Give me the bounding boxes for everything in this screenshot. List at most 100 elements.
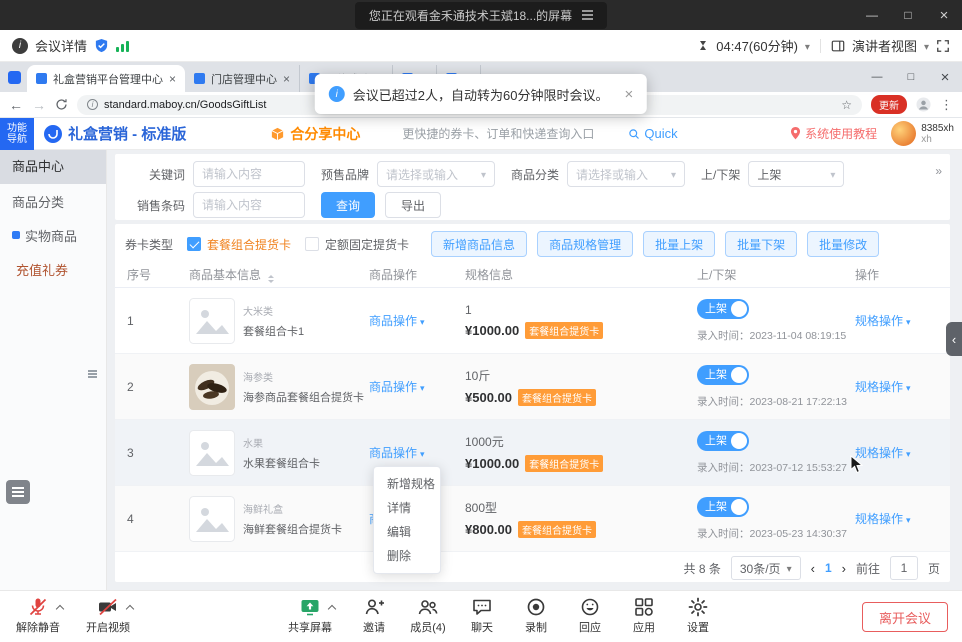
brand-select[interactable]: 请选择或输入 [377, 161, 495, 187]
chevron-up-icon[interactable] [56, 605, 64, 613]
category-select[interactable]: 请选择或输入 [567, 161, 685, 187]
minimize-icon[interactable] [854, 0, 890, 30]
batch-onshelf-button[interactable]: 批量上架 [643, 231, 715, 257]
spec-op-dropdown[interactable]: 规格操作 [855, 312, 950, 329]
refresh-icon[interactable] [55, 98, 68, 111]
goods-op-dropdown[interactable]: 商品操作 [369, 378, 465, 395]
spec-op-dropdown[interactable]: 规格操作 [855, 510, 950, 527]
menu-item-edit[interactable]: 编辑 [374, 520, 440, 544]
chevron-up-icon[interactable] [328, 605, 336, 613]
user-avatar[interactable] [891, 121, 916, 146]
settings-button[interactable]: 设置 [670, 596, 726, 635]
menu-item-delete[interactable]: 删除 [374, 544, 440, 568]
chat-button[interactable]: 聊天 [454, 596, 510, 635]
goto-page-input[interactable] [890, 556, 918, 580]
start-video-button[interactable]: 开启视频 [80, 596, 136, 635]
current-page[interactable]: 1 [825, 561, 832, 575]
sidebar-section-goods-center[interactable]: 商品中心 [0, 150, 106, 184]
meeting-panel-toggle[interactable] [6, 480, 30, 504]
export-button[interactable]: 导出 [385, 192, 441, 218]
shelf-toggle-label: 上架 [705, 368, 727, 382]
meeting-controls-group: 04:47(60分钟) 演讲者视图 [697, 36, 950, 55]
maximize-icon[interactable] [890, 0, 926, 30]
shelf-toggle[interactable]: 上架 [697, 431, 749, 451]
browser-logo-icon[interactable] [8, 71, 21, 84]
next-page-icon[interactable] [842, 561, 846, 576]
add-goods-button[interactable]: 新增商品信息 [431, 231, 527, 257]
shelf-toggle[interactable]: 上架 [697, 497, 749, 517]
tab-store-admin[interactable]: 门店管理中心 [185, 65, 300, 92]
share-screen-button[interactable]: 共享屏幕 [282, 596, 338, 635]
page-size-select[interactable]: 30条/页 [731, 556, 801, 580]
leave-meeting-button[interactable]: 离开会议 [862, 602, 948, 632]
forward-icon[interactable] [32, 98, 46, 112]
sidebar-collapse-icon[interactable] [88, 362, 97, 380]
checkbox-combo-card-label[interactable]: 套餐组合提货卡 [207, 236, 291, 253]
view-mode-label[interactable]: 演讲者视图 [852, 36, 917, 55]
tab-favicon-icon [36, 73, 47, 84]
record-button[interactable]: 录制 [508, 596, 564, 635]
members-button[interactable]: 成员(4) [400, 596, 456, 635]
menu-item-add-spec[interactable]: 新增规格 [374, 472, 440, 496]
spec-op-dropdown[interactable]: 规格操作 [855, 378, 950, 395]
menu-item-details[interactable]: 详情 [374, 496, 440, 520]
sidebar-item-category[interactable]: 商品分类 [0, 184, 106, 218]
barcode-input[interactable] [193, 192, 305, 218]
batch-edit-button[interactable]: 批量修改 [807, 231, 879, 257]
chevron-down-icon[interactable] [924, 38, 929, 53]
sidebar-item-physical-goods[interactable]: 实物商品 [0, 218, 106, 252]
tab-title: 门店管理中心 [211, 71, 277, 87]
security-shield-icon[interactable] [94, 38, 109, 53]
keyword-input[interactable] [193, 161, 305, 187]
tab-gift-admin[interactable]: 礼盒营销平台管理中心 [27, 65, 185, 92]
minimize-icon[interactable] [860, 62, 894, 92]
site-info-icon[interactable] [87, 99, 98, 110]
checkbox-fixed-card[interactable] [305, 237, 319, 251]
tutorial-link[interactable]: 系统使用教程 [790, 125, 877, 142]
spec-manage-button[interactable]: 商品规格管理 [537, 231, 633, 257]
chevron-down-icon[interactable] [805, 38, 810, 53]
chevron-up-icon[interactable] [126, 605, 134, 613]
col-actions: 操作 [855, 266, 950, 283]
unmute-button[interactable]: 解除静音 [10, 596, 66, 635]
search-button[interactable]: 查询 [321, 192, 375, 218]
col-index: 序号 [115, 266, 179, 283]
close-icon[interactable] [624, 86, 633, 103]
quick-search-link[interactable]: Quick [628, 126, 677, 141]
spec-op-dropdown[interactable]: 规格操作 [855, 444, 950, 461]
hamburger-icon[interactable] [582, 14, 593, 16]
info-icon[interactable] [12, 38, 28, 54]
sidebar-item-recharge-coupon[interactable]: 充值礼券 [0, 252, 106, 286]
checkbox-combo-card[interactable] [187, 237, 201, 251]
close-icon[interactable] [926, 0, 962, 30]
shelf-toggle[interactable]: 上架 [697, 365, 749, 385]
prev-page-icon[interactable] [811, 561, 815, 576]
tab-close-icon[interactable] [169, 72, 176, 86]
shelf-select[interactable]: 上架 [748, 161, 844, 187]
right-drawer-handle[interactable] [946, 322, 962, 356]
filter-collapse-icon[interactable] [935, 164, 942, 178]
shelf-toggle[interactable]: 上架 [697, 299, 749, 319]
col-goods-info[interactable]: 商品基本信息 [179, 266, 369, 283]
close-icon[interactable] [928, 62, 962, 92]
bookmark-star-icon[interactable] [841, 96, 852, 114]
profile-avatar-icon[interactable] [916, 97, 931, 112]
fullscreen-icon[interactable] [936, 39, 950, 53]
browser-menu-icon[interactable] [940, 96, 953, 114]
browser-update-button[interactable]: 更新 [871, 95, 907, 114]
batch-offshelf-button[interactable]: 批量下架 [725, 231, 797, 257]
meeting-details-label[interactable]: 会议详情 [35, 36, 87, 55]
meeting-timer[interactable]: 04:47(60分钟) [716, 36, 798, 55]
sort-icon[interactable] [268, 275, 274, 283]
reactions-button[interactable]: 回应 [562, 596, 618, 635]
maximize-icon[interactable] [894, 62, 928, 92]
tab-close-icon[interactable] [283, 72, 290, 86]
goods-op-dropdown[interactable]: 商品操作 [369, 312, 465, 329]
share-center-link[interactable]: 合分享中心 [270, 124, 360, 144]
goods-op-dropdown[interactable]: 商品操作 [369, 444, 465, 461]
invite-button[interactable]: 邀请 [346, 596, 402, 635]
apps-button[interactable]: 应用 [616, 596, 672, 635]
function-nav-badge[interactable]: 功能 导航 [0, 118, 34, 150]
checkbox-fixed-card-label[interactable]: 定额固定提货卡 [325, 236, 409, 253]
back-icon[interactable] [9, 98, 23, 112]
